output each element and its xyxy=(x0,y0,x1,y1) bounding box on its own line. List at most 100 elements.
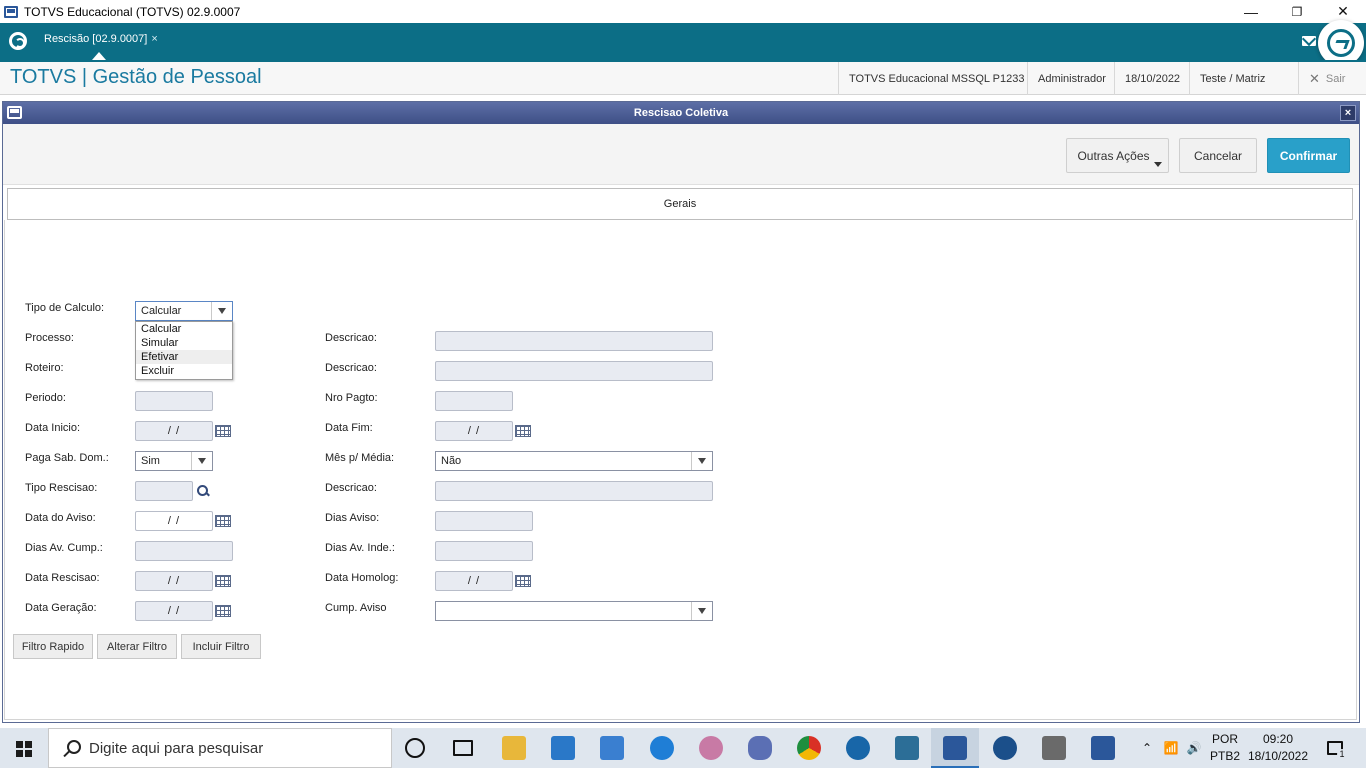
paga-sab-dom-select[interactable]: Sim xyxy=(135,451,213,471)
calendar-icon[interactable] xyxy=(215,515,231,527)
descricao-roteiro-field xyxy=(435,361,713,381)
taskbar-search[interactable]: Digite aqui para pesquisar xyxy=(48,728,392,768)
app-infinity-icon[interactable] xyxy=(748,736,772,760)
dropdown-option-simular[interactable]: Simular xyxy=(136,336,232,350)
windows-logo-icon xyxy=(16,741,32,757)
mes-media-label: Mês p/ Média: xyxy=(325,452,395,464)
chevron-down-icon[interactable] xyxy=(691,602,712,620)
mes-media-select[interactable]: Não xyxy=(435,451,713,471)
search-icon xyxy=(63,740,81,756)
dropdown-option-calcular[interactable]: Calcular xyxy=(136,322,232,336)
periodo-field[interactable] xyxy=(135,391,213,411)
app-snowflake-icon[interactable] xyxy=(846,736,870,760)
mail-app-icon[interactable] xyxy=(551,736,575,760)
search-icon[interactable] xyxy=(197,485,209,497)
chevron-down-icon[interactable] xyxy=(211,302,232,320)
cump-aviso-select[interactable] xyxy=(435,601,713,621)
nro-pagto-field[interactable] xyxy=(435,391,513,411)
clock-date: 18/10/2022 xyxy=(1247,749,1309,763)
dialog-title: Rescisao Coletiva xyxy=(633,107,729,119)
volume-icon[interactable]: 🔊 xyxy=(1184,728,1204,768)
dias-av-cump-field[interactable] xyxy=(135,541,233,561)
confirm-button[interactable]: Confirmar xyxy=(1267,138,1350,173)
dias-av-inde-label: Dias Av. Inde.: xyxy=(325,542,395,554)
dias-aviso-label: Dias Aviso: xyxy=(325,512,380,524)
chrome-icon[interactable] xyxy=(797,736,821,760)
window-titlebar: TOTVS Educacional (TOTVS) 02.9.0007 — ❐ … xyxy=(0,0,1366,23)
rescisao-coletiva-dialog: Rescisao Coletiva × Outras Ações Cancela… xyxy=(2,101,1360,723)
cortana-icon[interactable] xyxy=(405,738,425,758)
descricao-rescisao-label: Descricao: xyxy=(325,482,377,494)
tipo-calculo-dropdown: Calcular Simular Efetivar Excluir xyxy=(135,321,233,380)
home-icon[interactable] xyxy=(9,32,27,50)
tipo-calculo-label: Tipo de Calculo: xyxy=(25,302,105,314)
header-user[interactable]: Administrador xyxy=(1027,62,1116,95)
store-icon[interactable] xyxy=(600,736,624,760)
data-rescisao-field[interactable]: / / xyxy=(135,571,213,591)
totvs-app-icon[interactable] xyxy=(993,736,1017,760)
calendar-icon[interactable] xyxy=(215,605,231,617)
calendar-icon[interactable] xyxy=(515,575,531,587)
dialog-titlebar: Rescisao Coletiva × xyxy=(3,102,1359,124)
system-clock[interactable]: 09:20 18/10/2022 xyxy=(1240,731,1316,765)
dias-aviso-field[interactable] xyxy=(435,511,533,531)
mes-media-value: Não xyxy=(441,455,462,467)
change-filter-button[interactable]: Alterar Filtro xyxy=(97,634,177,659)
notification-count: 1 xyxy=(1337,749,1347,759)
minimize-button[interactable]: — xyxy=(1228,0,1274,23)
dialog-close-button[interactable]: × xyxy=(1340,105,1356,121)
dialog-window-icon xyxy=(7,106,22,119)
calendar-icon[interactable] xyxy=(215,575,231,587)
task-view-icon[interactable] xyxy=(453,740,473,756)
tab-close-icon[interactable]: × xyxy=(151,33,157,45)
network-icon[interactable]: 📶 xyxy=(1160,728,1182,768)
app-screen-icon[interactable] xyxy=(895,736,919,760)
calculator-icon[interactable] xyxy=(1042,736,1066,760)
app-tabbar: Rescisão [02.9.0007] × xyxy=(0,23,1366,60)
dias-av-inde-field[interactable] xyxy=(435,541,533,561)
dropdown-option-excluir[interactable]: Excluir xyxy=(136,364,232,378)
data-inicio-field[interactable]: / / xyxy=(135,421,213,441)
paga-sab-dom-label: Paga Sab. Dom.: xyxy=(25,452,109,464)
chevron-down-icon[interactable] xyxy=(191,452,212,470)
file-explorer-icon[interactable] xyxy=(502,736,526,760)
edge-icon[interactable] xyxy=(650,736,674,760)
clock-time: 09:20 xyxy=(1262,732,1294,746)
language-indicator[interactable]: POR PTB2 xyxy=(1208,731,1242,765)
tab-gerais[interactable]: Gerais xyxy=(7,188,1353,220)
totvs-window-icon xyxy=(943,736,967,760)
paint-icon[interactable] xyxy=(699,736,723,760)
include-filter-button[interactable]: Incluir Filtro xyxy=(181,634,261,659)
restore-button[interactable]: ❐ xyxy=(1274,0,1320,23)
other-actions-button[interactable]: Outras Ações xyxy=(1066,138,1169,173)
data-homolog-field[interactable]: / / xyxy=(435,571,513,591)
chevron-down-icon[interactable] xyxy=(691,452,712,470)
product-brand: TOTVS | Gestão de Pessoal xyxy=(10,66,262,88)
calendar-icon[interactable] xyxy=(515,425,531,437)
language-line2: PTB2 xyxy=(1209,749,1240,763)
tipo-calculo-select[interactable]: Calcular xyxy=(135,301,233,321)
descricao-processo-label: Descricao: xyxy=(325,332,377,344)
start-button[interactable] xyxy=(0,728,48,768)
calendar-icon[interactable] xyxy=(215,425,231,437)
cancel-button[interactable]: Cancelar xyxy=(1179,138,1257,173)
tipo-rescisao-field[interactable] xyxy=(135,481,193,501)
exit-button[interactable]: ✕ Sair xyxy=(1298,62,1366,95)
header-branch[interactable]: Teste / Matriz xyxy=(1189,62,1275,95)
data-aviso-field[interactable]: / / xyxy=(135,511,213,531)
chevron-down-icon xyxy=(1154,162,1162,167)
notification-center-icon[interactable]: 1 xyxy=(1320,728,1350,768)
active-taskbar-item[interactable] xyxy=(931,728,979,768)
quick-filter-button[interactable]: Filtro Rapido xyxy=(13,634,93,659)
windows-taskbar: Digite aqui para pesquisar ⌃ 📶 🔊 POR PTB… xyxy=(0,728,1366,768)
word-icon[interactable] xyxy=(1091,736,1115,760)
chevron-up-icon[interactable]: ⌃ xyxy=(1138,728,1156,768)
data-geracao-field[interactable]: / / xyxy=(135,601,213,621)
dialog-action-bar: Outras Ações Cancelar Confirmar xyxy=(3,124,1359,185)
product-header: TOTVS | Gestão de Pessoal TOTVS Educacio… xyxy=(0,60,1366,95)
data-rescisao-label: Data Rescisao: xyxy=(25,572,100,584)
dropdown-option-efetivar[interactable]: Efetivar xyxy=(136,350,232,364)
mail-icon[interactable] xyxy=(1302,36,1316,46)
descricao-roteiro-label: Descricao: xyxy=(325,362,377,374)
data-fim-field[interactable]: / / xyxy=(435,421,513,441)
